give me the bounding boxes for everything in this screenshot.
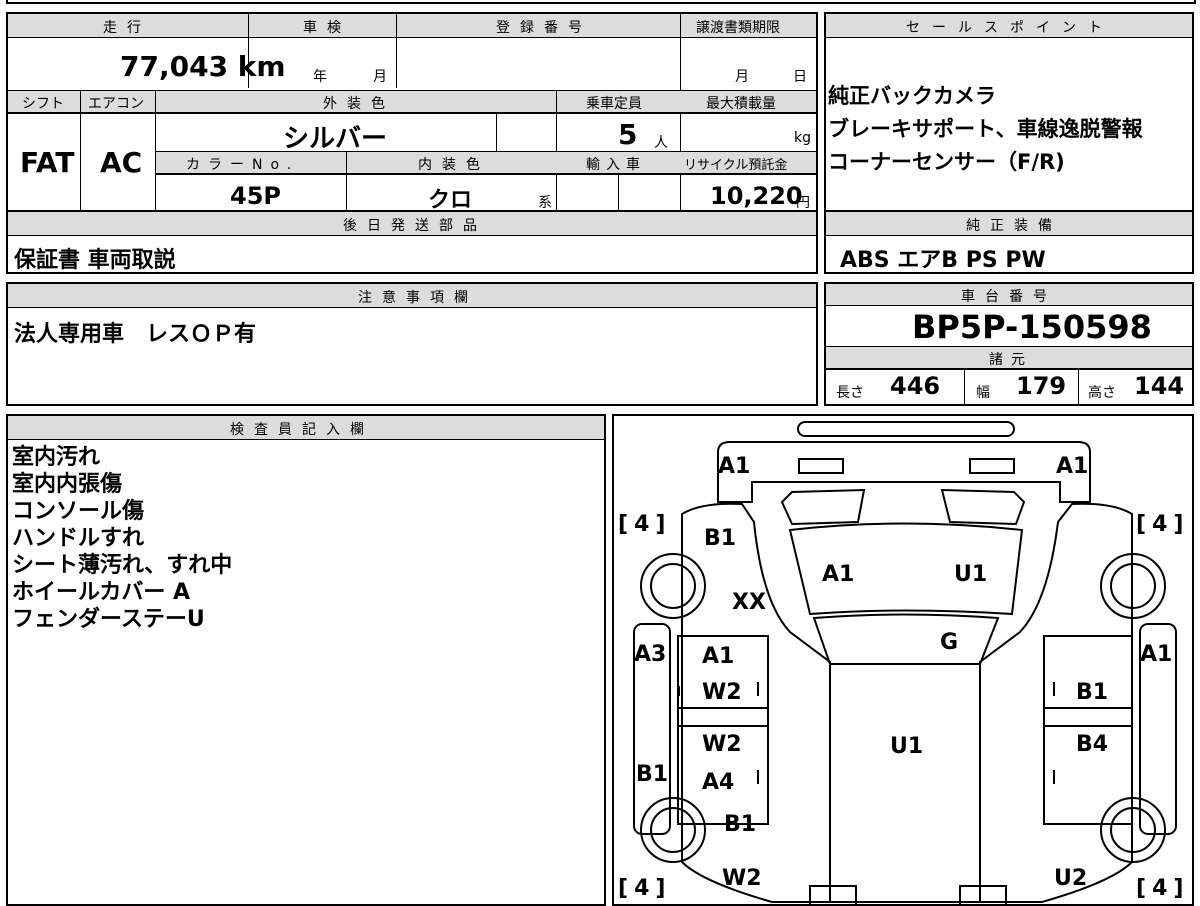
shift-header: シフト (22, 96, 64, 112)
mark-hood-right: U1 (954, 562, 988, 587)
color-no-value: 45P (230, 182, 281, 210)
mark-front-bumper-right: A1 (1056, 454, 1089, 479)
height-value: 144 (1134, 372, 1185, 400)
inspection-header: 車検 (303, 20, 351, 36)
mark-right-rear-door: B4 (1076, 732, 1109, 757)
deferred-parts-header: 後日発送部品 (343, 218, 487, 234)
sales-points-text: 純正バックカメラ ブレーキサポート、車線逸脱警報 コーナーセンサー（F/R) (828, 84, 1143, 174)
chassis-value: BP5P-150598 (912, 308, 1152, 346)
transfer-deadline-header: 譲渡書類期限 (696, 20, 780, 36)
inspector-notes-box: 検査員記入欄 室内汚れ 室内内張傷 コンソール傷 ハンドルすれ シート薄汚れ、す… (6, 414, 606, 906)
mark-left-rear-door-1: W2 (702, 732, 742, 757)
inspection-year-unit: 年 (313, 69, 327, 85)
vehicle-info-box: 走行 車検 登録番号 譲渡書類期限 77,043 km 年 月 月 日 シフト … (6, 12, 818, 214)
recycle-fee-value: 10,220 (710, 182, 803, 210)
mark-right-front-door: B1 (1076, 680, 1109, 705)
sales-points-box: セールスポイント 純正バックカメラ ブレーキサポート、車線逸脱警報 コーナーセン… (824, 12, 1194, 212)
recycle-header: リサイクル預託金 (684, 158, 788, 173)
mark-front-bumper-left: A1 (718, 454, 751, 479)
transfer-day-unit: 日 (793, 69, 807, 85)
factory-equipment-value: ABS エアB PS PW (840, 248, 1046, 273)
inspector-header: 検査員記入欄 (230, 422, 374, 438)
mark-windshield: G (940, 630, 959, 655)
mark-roof: U1 (890, 734, 924, 759)
aircon-header: エアコン (88, 96, 144, 112)
damage-diagram: [4] [4] [4] [4] A1 A1 B1 XX A1 U1 G A3 A… (612, 414, 1194, 906)
length-value: 446 (890, 372, 941, 400)
chassis-header: 車台番号 (961, 289, 1057, 305)
mark-left-rocker-rear: B1 (636, 762, 669, 787)
mark-left-rocker: A3 (634, 642, 667, 667)
import-header: 輸入車 (586, 157, 646, 173)
mark-left-front-door-1: A1 (702, 644, 735, 669)
sales-points-header: セールスポイント (906, 20, 1114, 36)
mark-hood-left: A1 (822, 562, 855, 587)
max-load-header: 最大積載量 (706, 96, 776, 112)
deferred-parts-value: 保証書 車両取説 (14, 248, 176, 273)
specs-header: 諸元 (989, 352, 1033, 368)
mark-left-quarter: B1 (724, 812, 757, 837)
exterior-color-header: 外装色 (323, 96, 395, 112)
chassis-box: 車台番号 BP5P-150598 諸元 長さ 446 幅 179 高さ 144 (824, 282, 1194, 406)
factory-equipment-box: 純正装備 ABS エアB PS PW (824, 210, 1194, 274)
tire-front-right: [4] (1136, 512, 1190, 537)
interior-suffix: 系 (538, 195, 552, 211)
factory-equipment-header: 純正装備 (966, 218, 1062, 234)
tire-rear-right: [4] (1136, 876, 1190, 901)
width-value: 179 (1016, 372, 1067, 400)
capacity-header: 乗車定員 (586, 96, 642, 112)
registration-header: 登録番号 (496, 20, 592, 36)
mark-left-front: XX (732, 590, 766, 615)
aircon-value: AC (100, 146, 143, 179)
shift-value: FAT (20, 146, 75, 179)
recycle-unit: 円 (796, 195, 810, 211)
deferred-parts-box: 後日発送部品 保証書 車両取説 (6, 210, 818, 274)
mark-right-rocker: A1 (1140, 642, 1173, 667)
tire-rear-left: [4] (618, 876, 672, 901)
inspector-notes-text: 室内汚れ 室内内張傷 コンソール傷 ハンドルすれ シート薄汚れ、すれ中 ホイール… (12, 445, 233, 632)
exterior-color-value: シルバー (283, 124, 388, 154)
max-load-unit: kg (794, 130, 811, 146)
capacity-value: 5 (618, 118, 638, 151)
mark-right-rear: U2 (1054, 866, 1088, 891)
mark-left-rear: W2 (722, 866, 762, 891)
length-label: 長さ (836, 385, 864, 401)
mark-left-front-door-2: W2 (702, 680, 742, 705)
width-label: 幅 (976, 385, 990, 401)
capacity-unit: 人 (654, 135, 668, 151)
mark-left-rear-door-2: A4 (702, 770, 735, 795)
top-strip (6, 0, 1196, 4)
mileage-header: 走行 (103, 20, 151, 36)
notes-header: 注意事項欄 (358, 290, 478, 306)
notes-box: 注意事項欄 法人専用車 レスＯＰ有 (6, 282, 818, 406)
mark-left-fender: B1 (704, 526, 737, 551)
car-outline (633, 421, 1177, 906)
tire-front-left: [4] (618, 512, 672, 537)
height-label: 高さ (1088, 385, 1116, 401)
color-no-header: カラーNo. (186, 157, 300, 173)
mileage-value: 77,043 km (120, 50, 286, 83)
interior-color-header: 内装色 (418, 157, 490, 173)
notes-value: 法人専用車 レスＯＰ有 (14, 322, 257, 347)
transfer-month-unit: 月 (735, 69, 749, 85)
inspection-month-unit: 月 (373, 69, 387, 85)
